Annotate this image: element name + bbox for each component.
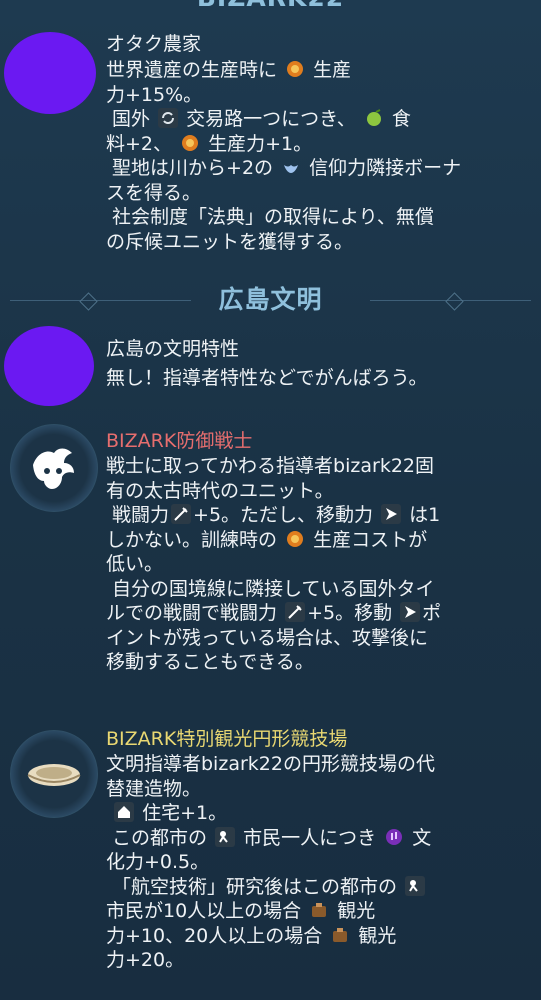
- food-icon: [364, 108, 384, 128]
- civ-section-header: 広島文明: [0, 280, 541, 320]
- housing-icon: [114, 802, 135, 822]
- movement-icon: [400, 602, 421, 622]
- unique-building-name: BIZARK特別観光円形競技場: [106, 728, 348, 750]
- civ-icon-redacted: [4, 326, 94, 406]
- leader-portrait-redacted: [4, 32, 96, 114]
- warrior-unit-icon: [33, 448, 74, 489]
- leader-ability-name: オタク農家: [106, 33, 202, 55]
- leader-ability: オタク農家 世界遺産の生産時に 生産 力+15%。 国外 交易路一つにつき、 食…: [106, 30, 526, 254]
- production-icon: [180, 133, 200, 153]
- citizen-icon: [405, 875, 426, 896]
- unique-unit-desc: 戦士に取ってかわる指導者bizark22固 有の太古時代のユニット。 戦闘力 +5…: [106, 455, 442, 673]
- culture-icon: [384, 827, 404, 847]
- unique-building: BIZARK特別観光円形競技場 文明指導者bizark22の円形競技場の代 替建…: [106, 726, 526, 973]
- trade-route-icon: [158, 108, 179, 128]
- combat-strength-icon: [171, 504, 192, 524]
- unique-unit-name: BIZARK防御戦士: [106, 430, 253, 452]
- production-icon: [285, 59, 305, 79]
- section-header-title: 広島文明: [218, 285, 323, 314]
- faith-icon: [281, 157, 301, 177]
- top-header-title: BIZARK22: [0, 0, 541, 18]
- building-icon-ring: [10, 730, 98, 818]
- civ-ability-name: 広島の文明特性: [106, 338, 240, 360]
- citizen-icon: [215, 826, 236, 847]
- civ-ability: 広島の文明特性 無し！指導者特性などでがんばろう。: [106, 336, 526, 393]
- top-section-header: BIZARK22: [0, 0, 541, 18]
- amphitheater-icon: [27, 764, 81, 786]
- tourism-icon: [330, 925, 350, 945]
- unique-building-desc: 文明指導者bizark22の円形競技場の代 替建造物。 住宅+1。 この都市の …: [106, 753, 435, 971]
- leader-ability-desc: 世界遺産の生産時に 生産 力+15%。 国外 交易路一つにつき、 食 料+2、 …: [106, 59, 462, 253]
- civ-ability-desc: 無し！指導者特性などでがんばろう。: [106, 367, 428, 389]
- tourism-icon: [309, 900, 329, 920]
- unit-icon-ring: [10, 424, 98, 512]
- production-icon: [285, 529, 305, 549]
- unique-unit: BIZARK防御戦士 戦士に取ってかわる指導者bizark22固 有の太古時代の…: [106, 428, 526, 675]
- combat-strength-icon: [285, 602, 306, 622]
- movement-icon: [381, 504, 402, 524]
